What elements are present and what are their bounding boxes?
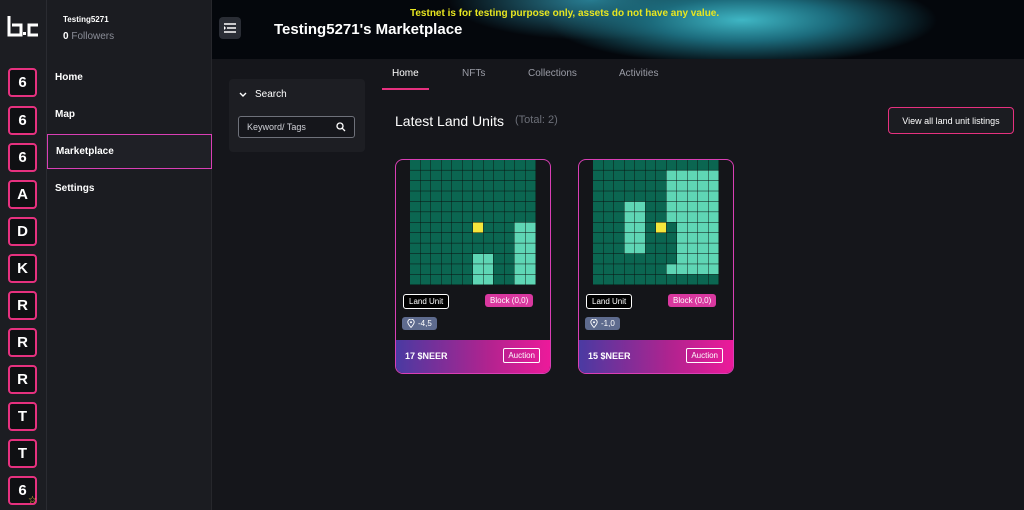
price: 15 $NEER [588,351,631,361]
location-pin-icon [590,319,598,328]
tab-home[interactable]: Home [382,68,429,90]
rail-tile[interactable]: A [8,180,37,209]
land-unit-card[interactable]: Land Unit Block (0,0) -4,5 17 $NEER Auct… [395,159,551,374]
star-icon: ☆ [28,495,37,506]
collections-rail: 6 6 6 A D K R R R T T 6 ☆ [0,0,47,510]
rail-tile[interactable]: K [8,254,37,283]
tab-nfts[interactable]: NFTs [462,68,485,90]
search-toggle[interactable]: Search [239,89,287,100]
tab-collections[interactable]: Collections [528,68,577,90]
search-label: Search [255,89,287,100]
chevron-down-icon [239,92,247,97]
coordinates-tag: -4,5 [402,317,437,330]
nav-item-home[interactable]: Home [47,60,212,95]
rail-tile[interactable]: T [8,439,37,468]
rail-tile[interactable]: R [8,291,37,320]
land-map-thumbnail [410,160,536,285]
banner: Testnet is for testing purpose only, ass… [212,0,1024,59]
tab-activities[interactable]: Activities [619,68,658,90]
section-total: (Total: 2) [515,114,558,126]
followers-count[interactable]: 0 Followers [63,31,114,42]
menu-icon [224,23,236,33]
nav-item-map[interactable]: Map [47,97,212,132]
menu-toggle-button[interactable] [219,17,241,39]
search-icon[interactable] [336,122,346,132]
rail-tile[interactable]: R [8,365,37,394]
land-unit-tag: Land Unit [586,294,633,309]
card-footer: 17 $NEER Auction [396,340,550,373]
page-title: Testing5271's Marketplace [274,21,463,38]
profile-name[interactable]: Testing5271 [63,15,109,24]
price: 17 $NEER [405,351,448,361]
rail-tile[interactable]: 6 [8,68,37,97]
coordinates-tag: -1,0 [585,317,620,330]
search-panel: Search [229,79,365,152]
nav-item-marketplace[interactable]: Marketplace [47,134,212,169]
block-tag: Block (0,0) [485,294,534,307]
auction-badge: Auction [686,348,723,363]
rail-tile[interactable]: D [8,217,37,246]
land-unit-card[interactable]: Land Unit Block (0,0) -1,0 15 $NEER Auct… [578,159,734,374]
sidebar: Testing5271 0 Followers Home Map Marketp… [47,0,212,510]
land-map-thumbnail [593,160,719,285]
search-input[interactable] [247,122,327,132]
rail-tile[interactable]: 6 [8,143,37,172]
bc-logo [7,16,38,37]
nav-item-settings[interactable]: Settings [47,171,212,206]
auction-badge: Auction [503,348,540,363]
rail-tile[interactable]: T [8,402,37,431]
block-tag: Block (0,0) [668,294,717,307]
rail-tile[interactable]: R [8,328,37,357]
rail-tile[interactable]: 6 ☆ [8,476,37,506]
testnet-notice: Testnet is for testing purpose only, ass… [410,8,720,19]
search-box[interactable] [238,116,355,138]
location-pin-icon [407,319,415,328]
view-all-listings-button[interactable]: View all land unit listings [888,107,1014,134]
section-title: Latest Land Units [395,113,504,129]
rail-tile[interactable]: 6 [8,106,37,135]
land-unit-tag: Land Unit [403,294,450,309]
card-footer: 15 $NEER Auction [579,340,733,373]
